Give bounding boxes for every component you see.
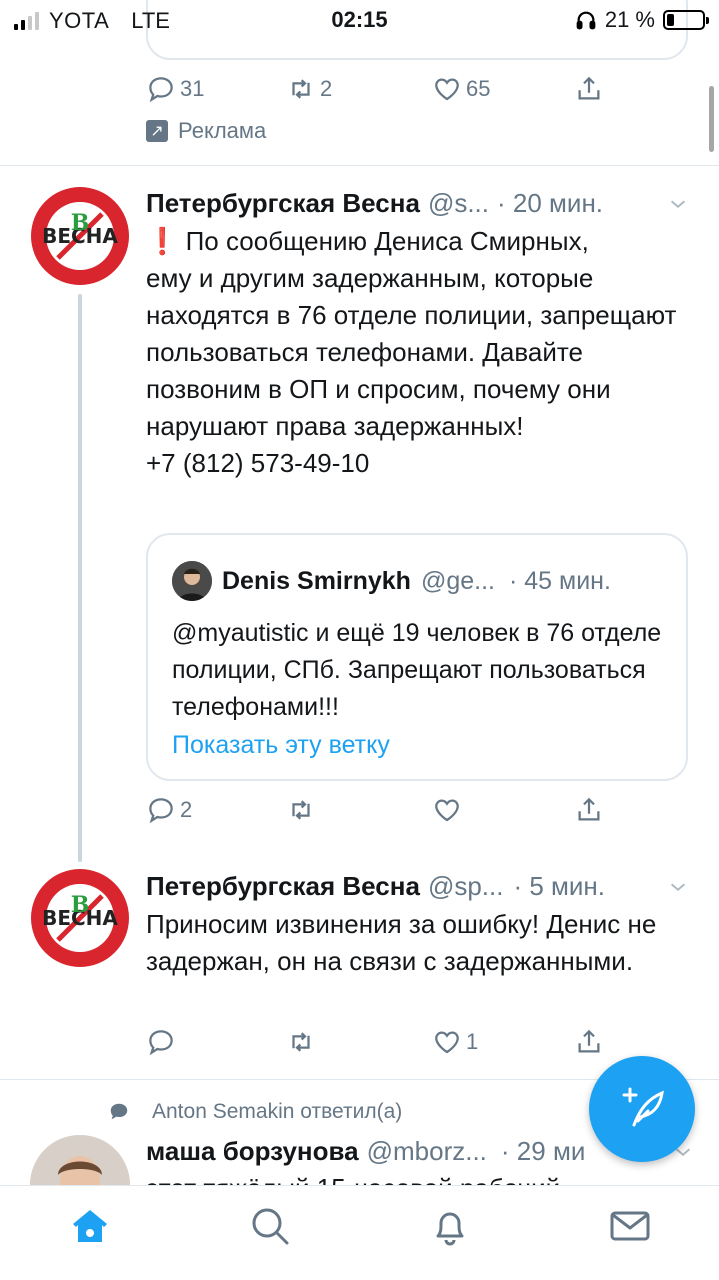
author-handle[interactable]: @sp... [428,871,504,902]
like-count: 65 [466,76,491,101]
promoted-arrow-icon: ↗ [146,120,168,142]
retweet-icon [292,1032,310,1052]
reply-icon [149,1030,173,1056]
retweet-icon [292,79,310,99]
divider [0,165,719,166]
author-name[interactable]: маша борзунова [146,1136,359,1167]
reply-icon [149,77,173,103]
tweet-time: · 20 мин. [497,188,604,218]
promoted-text: Реклама [178,118,267,143]
status-bar: YOTA LTE 02:15 21 % [0,0,719,40]
quote-author-handle: @ge... [420,566,495,595]
author-handle[interactable]: @mborz... [367,1136,487,1167]
author-name[interactable]: Петербургская Весна [146,188,420,219]
tweet-header: Петербургская Весна @s... · 20 мин. [146,188,603,219]
battery-percent: 21 % [604,7,655,32]
tweet-body: Приносим извинения за ошибку! Денис не з… [146,909,657,976]
avatar-vesna[interactable]: ВЕСНА В [30,186,130,286]
like-count: 1 [466,1029,479,1054]
search-icon [252,1208,289,1245]
like-button[interactable] [432,795,466,825]
quote-text: @myautistic и ещё 19 человек в 76 отделе… [172,619,662,721]
quote-header: Denis Smirnykh @ge... · 45 мин. [172,561,611,601]
tweet-header: Петербургская Весна @sp... · 5 мин. [146,871,605,902]
tweet-text: По сообщению Дениса Смирных, ему и други… [146,226,677,478]
tab-search[interactable] [248,1204,292,1248]
share-button[interactable] [574,74,604,104]
heart-icon [435,78,459,101]
tweet-time: · 29 ми [500,1136,586,1166]
bell-icon [436,1212,464,1246]
scrollbar[interactable] [709,86,714,152]
vesna-logo-icon: ВЕСНА В [31,869,129,967]
avatar-denis [172,561,212,601]
tab-notifications[interactable] [428,1204,472,1248]
quote-author-name: Denis Smirnykh [222,566,411,595]
svg-text:В: В [71,892,90,918]
svg-text:В: В [71,210,90,236]
retweet-button[interactable] [286,1027,320,1057]
battery-icon [663,10,709,30]
thread-line [78,294,82,862]
reply-button[interactable] [146,1027,180,1057]
chevron-down-icon[interactable] [667,876,689,898]
quote-time: · 45 мин. [508,566,611,595]
share-button[interactable] [574,795,604,825]
retweet-icon [292,800,310,820]
home-icon [73,1210,107,1242]
show-thread-link[interactable]: Показать эту ветку [172,731,390,760]
share-button[interactable] [574,1027,604,1057]
heart-icon [435,1031,459,1054]
reply-count: 2 [180,797,193,822]
tweet-body: этот тяжёлый 15-часовой рабочий [146,1170,686,1185]
tweet-header: маша борзунова @mborz... · 29 ми [146,1136,585,1167]
author-handle[interactable]: @s... [428,188,489,219]
headphones-icon [576,11,596,30]
promoted-label: ↗ Реклама [146,118,266,144]
promoted-tweet-actions: 31 2 65 [146,74,626,114]
tweet1-actions: 2 [146,795,626,835]
retweet-button[interactable] [286,795,320,825]
share-icon [578,1029,600,1053]
mail-icon [610,1211,650,1241]
compose-tweet-button[interactable] [589,1056,695,1162]
vesna-logo-icon: ВЕСНА В [31,187,129,285]
share-icon [578,76,600,100]
reply-context: Anton Semakin ответил(а) [108,1100,402,1124]
reply-count: 31 [180,76,205,101]
avatar-masha[interactable] [30,1135,130,1185]
like-button[interactable]: 1 [432,1027,478,1057]
quoted-tweet[interactable]: Denis Smirnykh @ge... · 45 мин. @myautis… [146,533,688,781]
timeline-feed[interactable]: 31 2 65 ↗ Реклама ВЕСНА В Петербургская … [0,0,719,1185]
chevron-down-icon[interactable] [667,193,689,215]
tweet2-actions: 1 [146,1027,626,1067]
heart-icon [435,799,459,822]
share-icon [578,797,600,821]
reply-button[interactable]: 2 [146,795,192,825]
tab-home[interactable] [68,1204,112,1248]
reply-icon [149,798,173,824]
tweet-body: ❗ По сообщению Дениса Смирных, ему и дру… [146,223,686,482]
reply-button[interactable]: 31 [146,74,204,104]
reply-context-text: Anton Semakin ответил(а) [152,1100,403,1123]
bottom-tab-bar [0,1185,719,1280]
exclamation-icon: ❗ [146,226,179,256]
tab-messages[interactable] [608,1204,652,1248]
avatar-vesna[interactable]: ВЕСНА В [30,868,130,968]
author-name[interactable]: Петербургская Весна [146,871,420,902]
like-button[interactable]: 65 [432,74,490,104]
retweet-button[interactable]: 2 [286,74,332,104]
tweet-time: · 5 мин. [513,871,606,901]
compose-tweet-icon [622,1087,664,1127]
retweet-count: 2 [320,76,333,101]
speech-bubble-icon [110,1103,128,1120]
